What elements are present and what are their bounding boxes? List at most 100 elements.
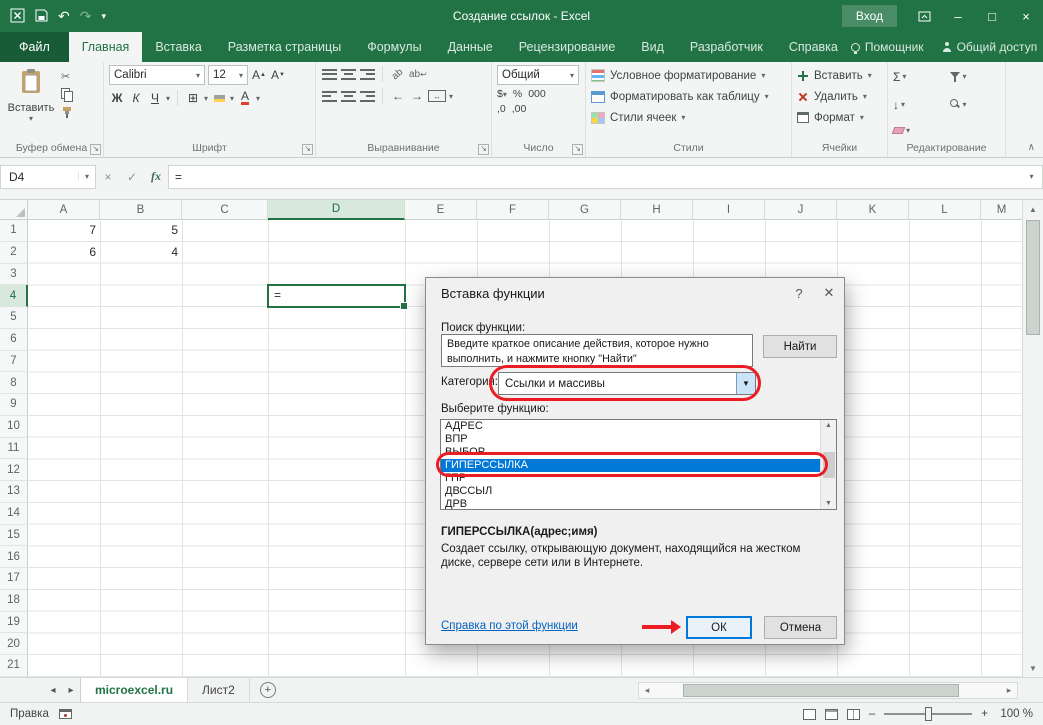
function-list-item[interactable]: ВЫБОР [441,446,820,459]
cut-icon[interactable]: ✂ [61,69,73,83]
row-header[interactable]: 1 [0,220,28,242]
ribbon-tab[interactable]: Вид [628,32,677,62]
zoom-slider-thumb[interactable] [925,707,932,721]
paste-button[interactable]: Вставить ▾ [5,65,57,141]
signin-button[interactable]: Вход [842,5,897,27]
row-header[interactable]: 19 [0,612,28,634]
row-header[interactable]: 15 [0,525,28,547]
scroll-up-icon[interactable]: ▲ [1023,200,1043,218]
dialog-launcher-icon[interactable]: ↘ [572,144,583,155]
orientation-icon[interactable]: ab [390,65,406,83]
dialog-launcher-icon[interactable]: ↘ [478,144,489,155]
ribbon-tab[interactable]: Справка [776,32,851,62]
row-header[interactable]: 13 [0,481,28,503]
tell-me-button[interactable]: Помощник [851,40,924,54]
row-header[interactable]: 11 [0,438,28,460]
insert-function-icon[interactable]: fx [144,165,168,189]
delete-cells-button[interactable]: Удалить▾ [797,86,882,107]
font-size-select[interactable]: 12▾ [208,65,248,85]
row-header[interactable]: 18 [0,590,28,612]
select-all-button[interactable] [0,200,28,220]
autosum-button[interactable]: Σ▾ [893,64,944,89]
decrease-indent-icon[interactable]: ← [390,87,406,105]
underline-button[interactable]: Ч [147,89,163,107]
share-button[interactable]: Общий доступ [942,40,1038,54]
vertical-scrollbar[interactable]: ▲ ▼ [1022,200,1043,677]
align-left-icon[interactable] [321,87,337,105]
row-header[interactable]: 5 [0,307,28,329]
function-list-scrollbar[interactable]: ▲ ▼ [820,420,836,509]
column-header[interactable]: M [981,200,1022,220]
clear-button[interactable]: ▾ [893,121,944,141]
collapse-ribbon-icon[interactable]: ∧ [1028,142,1035,153]
bold-button[interactable]: Ж [109,89,125,107]
cell-A1[interactable]: 7 [28,220,100,242]
close-button[interactable]: × [1009,0,1043,32]
borders-icon[interactable]: ⊞ [185,89,201,107]
format-painter-icon[interactable] [61,105,73,119]
column-header[interactable]: A [28,200,100,220]
row-header[interactable]: 21 [0,655,28,677]
sheet-nav-left-icon[interactable]: ◂ [44,678,62,702]
wrap-text-icon[interactable]: ab↩ [409,65,427,83]
ribbon-tab[interactable]: Рецензирование [506,32,629,62]
increase-indent-icon[interactable]: → [409,87,425,105]
increase-decimal-icon[interactable]: ,0 [497,103,506,115]
row-header[interactable]: 14 [0,503,28,525]
chevron-down-icon[interactable]: ▾ [78,172,95,181]
maximize-button[interactable]: □ [975,0,1009,32]
ribbon-tab[interactable]: Данные [435,32,506,62]
confirm-entry-icon[interactable]: ✓ [120,165,144,189]
ribbon-display-options-icon[interactable] [907,0,941,32]
row-header[interactable]: 3 [0,264,28,286]
comma-format-icon[interactable]: 000 [528,88,546,100]
insert-cells-button[interactable]: Вставить▾ [797,65,882,86]
row-header[interactable]: 12 [0,459,28,481]
selection-box[interactable] [267,284,406,308]
align-center-icon[interactable] [340,87,356,105]
column-header[interactable]: I [693,200,765,220]
ribbon-tab[interactable]: Файл [0,32,69,62]
conditional-formatting-button[interactable]: Условное форматирование▾ [591,65,786,86]
chevron-down-icon[interactable]: ▾ [204,94,208,103]
function-list-item[interactable]: ГИПЕРССЫЛКА [441,459,820,472]
scroll-right-icon[interactable]: ▸ [1001,685,1017,696]
scroll-down-icon[interactable]: ▼ [1023,659,1043,677]
macro-record-icon[interactable] [59,709,72,719]
font-color-icon[interactable]: А [237,89,253,107]
align-top-icon[interactable] [321,65,337,83]
scroll-left-icon[interactable]: ◂ [639,685,655,696]
function-list[interactable]: АДРЕСВПРВЫБОРГИПЕРССЫЛКАГПРДВССЫЛДРВ ▲ ▼ [440,419,837,510]
currency-format-icon[interactable]: $▾ [497,88,507,100]
cell-B1[interactable]: 5 [100,220,182,242]
find-select-button[interactable]: ▾ [950,92,1001,117]
column-header[interactable]: E [405,200,477,220]
font-name-select[interactable]: Calibri▾ [109,65,205,85]
undo-icon[interactable]: ↶ [58,9,70,23]
save-icon[interactable] [35,9,48,24]
ok-button[interactable]: ОК [686,616,752,639]
ribbon-tab[interactable]: Формулы [354,32,434,62]
row-header[interactable]: 16 [0,546,28,568]
column-header[interactable]: C [182,200,268,220]
column-header[interactable]: K [837,200,909,220]
function-search-input[interactable]: Введите краткое описание действия, котор… [441,334,753,367]
copy-icon[interactable] [61,87,73,101]
chevron-down-icon[interactable]: ▾ [230,94,234,103]
qat-customize-icon[interactable]: ▾ [101,12,106,21]
row-header[interactable]: 20 [0,633,28,655]
scroll-up-icon[interactable]: ▲ [825,422,832,429]
minimize-button[interactable]: – [941,0,975,32]
align-bottom-icon[interactable] [359,65,375,83]
ribbon-tab[interactable]: Разработчик [677,32,776,62]
chevron-down-icon[interactable]: ▾ [449,92,453,101]
chevron-down-icon[interactable]: ▾ [166,94,170,103]
sort-filter-button[interactable]: ▾ [950,64,1001,89]
cell-styles-button[interactable]: Стили ячеек▾ [591,107,786,128]
redo-icon[interactable]: ↷ [80,9,92,23]
function-help-link[interactable]: Справка по этой функции [441,620,578,632]
formula-bar-expand-icon[interactable]: ▾ [1021,165,1043,189]
row-header[interactable]: 4 [0,285,28,307]
sheet-tab[interactable]: Лист2 [188,678,250,702]
row-header[interactable]: 8 [0,372,28,394]
